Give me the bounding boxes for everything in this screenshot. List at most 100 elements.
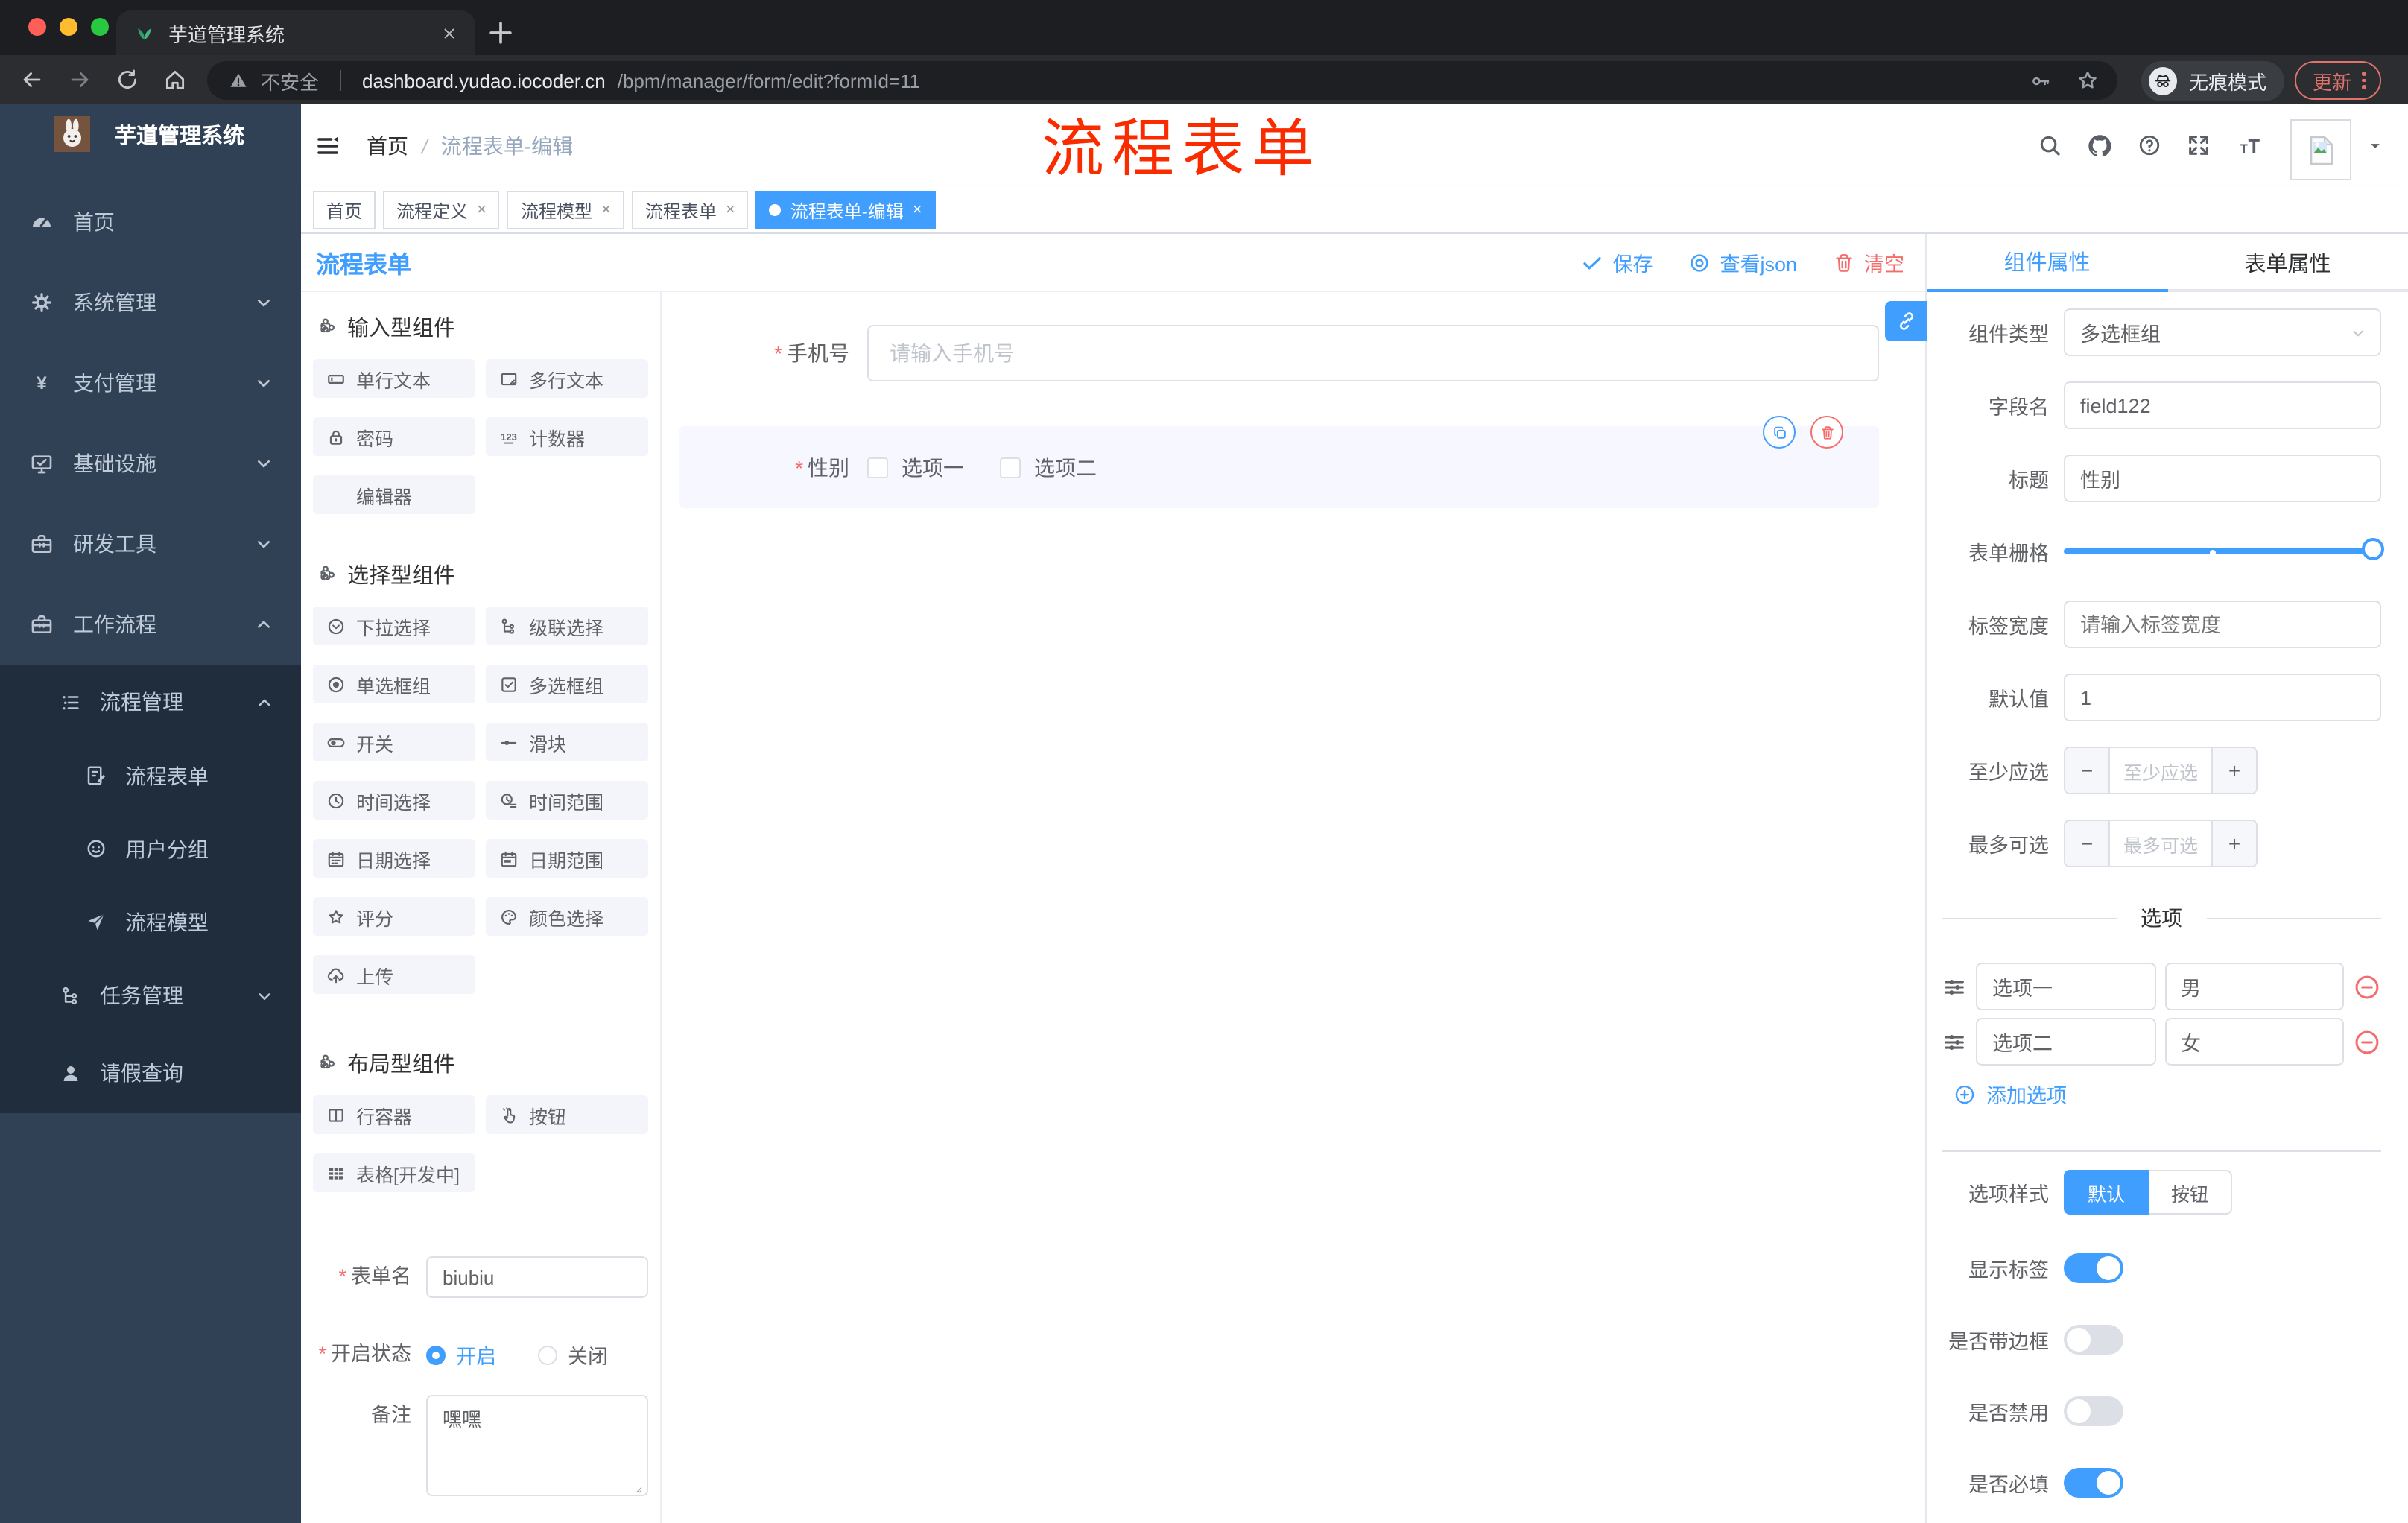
decrease-button[interactable]: − (2065, 821, 2110, 866)
address-bar[interactable]: 不安全 dashboard.yudao.iocoder.cn /bpm/mana… (207, 61, 2117, 100)
chip-switch[interactable]: 开关 (313, 723, 475, 762)
browser-tab[interactable]: 芋道管理系统 (116, 10, 475, 55)
component-type-select[interactable]: 多选框组 (2064, 308, 2381, 356)
minimize-window-button[interactable] (60, 18, 77, 36)
bookmark-star-icon[interactable] (2076, 69, 2100, 92)
sidebar-item-workflow[interactable]: 工作流程 (0, 584, 301, 665)
sidebar-item-leave-query[interactable]: 请假查询 (0, 1033, 301, 1113)
chip-color-picker[interactable]: 颜色选择 (486, 897, 648, 936)
remove-option-icon[interactable] (2353, 1028, 2381, 1056)
chip-radio-group[interactable]: 单选框组 (313, 665, 475, 703)
checkbox[interactable] (1000, 457, 1021, 478)
chip-row-container[interactable]: 行容器 (313, 1095, 475, 1134)
chip-editor[interactable]: 编辑器 (313, 475, 475, 514)
form-remark-textarea[interactable]: 嘿嘿 (426, 1395, 648, 1496)
chip-password[interactable]: 密码 (313, 417, 475, 456)
chip-select[interactable]: 下拉选择 (313, 607, 475, 645)
home-icon[interactable] (162, 67, 188, 92)
tag-process-form-edit[interactable]: 流程表单-编辑 × (755, 191, 936, 229)
phone-input[interactable] (867, 325, 1879, 381)
hamburger-icon[interactable] (314, 133, 341, 159)
tag-process-form[interactable]: 流程表单 × (631, 191, 749, 229)
tab-form-props[interactable]: 表单属性 (2167, 234, 2408, 292)
sidebar-item-infrastructure[interactable]: 基础设施 (0, 423, 301, 504)
sidebar-item-system-management[interactable]: 系统管理 (0, 262, 301, 343)
clear-button[interactable]: 清空 (1833, 247, 1904, 277)
option-2-label-input[interactable] (1976, 1018, 2155, 1066)
chip-table[interactable]: 表格[开发中] (313, 1153, 475, 1192)
form-grid-slider[interactable] (2064, 528, 2384, 575)
chip-upload[interactable]: 上传 (313, 955, 475, 994)
copy-component-button[interactable] (1763, 416, 1796, 449)
resize-handle-icon[interactable] (629, 1480, 644, 1495)
chip-multi-line-text[interactable]: 多行文本 (486, 359, 648, 398)
fullscreen-icon[interactable] (2186, 133, 2211, 158)
chip-date-picker[interactable]: 日期选择 (313, 839, 475, 878)
slider-track[interactable] (2064, 548, 2372, 554)
update-browser-button[interactable]: 更新 (2295, 61, 2381, 100)
max-select-stepper[interactable]: − 最多可选 + (2064, 820, 2258, 867)
close-tab-icon[interactable] (441, 25, 457, 41)
tag-process-definition[interactable]: 流程定义 × (383, 191, 500, 229)
option-1-label-input[interactable] (1976, 963, 2155, 1010)
close-tag-icon[interactable]: × (477, 201, 487, 218)
field-name-input[interactable] (2064, 381, 2381, 429)
tab-component-props[interactable]: 组件属性 (1927, 234, 2167, 292)
chip-checkbox-group[interactable]: 多选框组 (486, 665, 648, 703)
sidebar-logo[interactable]: 芋道管理系统 (0, 104, 301, 164)
help-icon[interactable] (2137, 133, 2162, 158)
github-icon[interactable] (2086, 132, 2113, 159)
with-border-toggle[interactable] (2064, 1325, 2123, 1355)
increase-button[interactable]: + (2211, 748, 2256, 793)
sidebar-item-process-form[interactable]: 流程表单 (0, 739, 301, 812)
reload-icon[interactable] (115, 67, 140, 92)
remove-option-icon[interactable] (2353, 972, 2381, 1001)
close-tag-icon[interactable]: × (913, 201, 922, 218)
gender-option-1[interactable]: 选项一 (867, 452, 964, 482)
status-radio-off[interactable]: 关闭 (538, 1340, 608, 1370)
option-2-value-input[interactable] (2164, 1018, 2344, 1066)
close-window-button[interactable] (28, 18, 46, 36)
style-button-button[interactable]: 按钮 (2149, 1170, 2233, 1215)
avatar[interactable] (2290, 119, 2351, 180)
label-width-input[interactable] (2064, 601, 2381, 648)
default-value-input[interactable] (2064, 674, 2381, 721)
forward-icon[interactable] (67, 67, 92, 92)
sidebar-item-dev-tools[interactable]: 研发工具 (0, 504, 301, 584)
style-default-button[interactable]: 默认 (2064, 1170, 2149, 1215)
increase-button[interactable]: + (2211, 821, 2256, 866)
field-binding-tab[interactable] (1885, 301, 1927, 341)
password-key-icon[interactable] (2030, 69, 2052, 92)
required-toggle[interactable] (2064, 1468, 2123, 1498)
form-name-input[interactable] (426, 1256, 648, 1298)
save-button[interactable]: 保存 (1581, 247, 1653, 277)
title-input[interactable] (2064, 455, 2381, 502)
search-icon[interactable] (2037, 133, 2062, 158)
tag-process-model[interactable]: 流程模型 × (507, 191, 624, 229)
chip-time-picker[interactable]: 时间选择 (313, 781, 475, 820)
min-select-stepper[interactable]: − 至少应选 + (2064, 747, 2258, 794)
chip-rate[interactable]: 评分 (313, 897, 475, 936)
option-1-value-input[interactable] (2164, 963, 2344, 1010)
chip-date-range[interactable]: 日期范围 (486, 839, 648, 878)
chip-time-range[interactable]: 时间范围 (486, 781, 648, 820)
sidebar-item-user-group[interactable]: 用户分组 (0, 812, 301, 885)
sidebar-item-task-management[interactable]: 任务管理 (0, 958, 301, 1033)
chip-slider[interactable]: 滑块 (486, 723, 648, 762)
text-size-icon[interactable]: TT (2235, 132, 2265, 159)
status-radio-on[interactable]: 开启 (426, 1340, 496, 1370)
decrease-button[interactable]: − (2065, 748, 2110, 793)
slider-thumb[interactable] (2362, 538, 2384, 560)
new-tab-button[interactable] (484, 16, 517, 49)
add-option-button[interactable]: 添加选项 (1954, 1079, 2381, 1109)
show-label-toggle[interactable] (2064, 1253, 2123, 1283)
drag-handle-icon[interactable] (1942, 974, 1967, 999)
user-menu-caret-icon[interactable] (2368, 139, 2383, 153)
chip-button[interactable]: 按钮 (486, 1095, 648, 1134)
close-tag-icon[interactable]: × (601, 201, 611, 218)
chip-cascader[interactable]: 级联选择 (486, 607, 648, 645)
sidebar-item-payment-management[interactable]: ¥ 支付管理 (0, 343, 301, 423)
sidebar-item-process-management[interactable]: 流程管理 (0, 665, 301, 739)
canvas-field-gender-selected[interactable]: * 性别 选项一 选项二 (679, 416, 1879, 508)
tag-home[interactable]: 首页 (313, 191, 376, 229)
